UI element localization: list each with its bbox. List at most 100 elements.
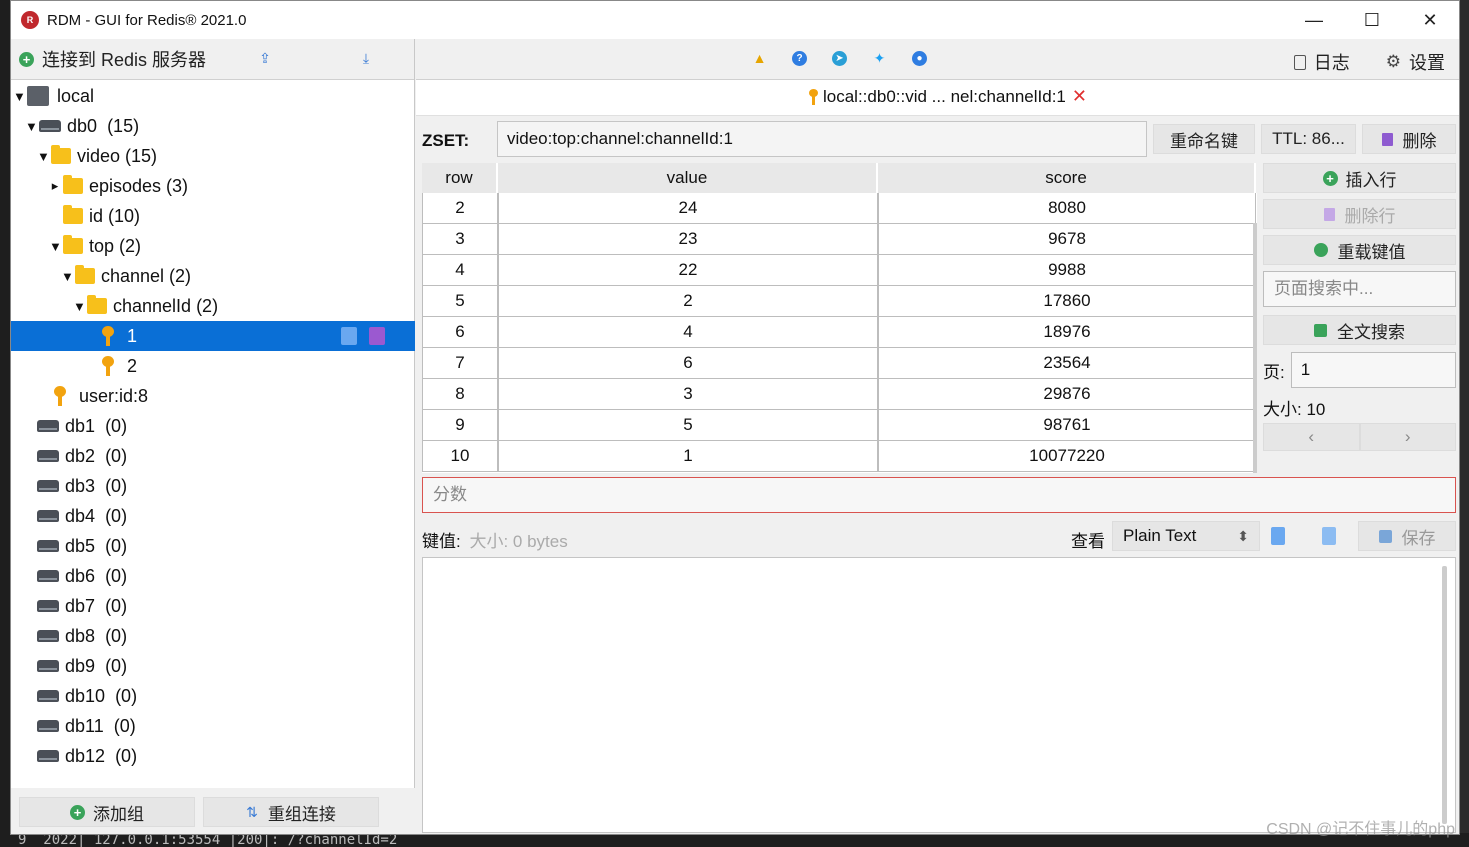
insert-row-button[interactable]: + 插入行 xyxy=(1263,163,1456,193)
tree-key-1[interactable]: 1 xyxy=(11,321,415,351)
value-editor[interactable] xyxy=(422,557,1456,833)
table-row[interactable]: 8 3 29876 xyxy=(422,379,1257,410)
cell-row[interactable]: 6 xyxy=(422,317,498,348)
tree-key-2[interactable]: 2 xyxy=(11,351,415,381)
score-input[interactable]: 分数 xyxy=(422,477,1456,513)
cell-score[interactable]: 98761 xyxy=(878,410,1256,441)
close-window-button[interactable]: ✕ xyxy=(1401,1,1459,39)
expand-arrow-icon[interactable]: ▼ xyxy=(73,299,86,314)
cell-score[interactable]: 10077220 xyxy=(878,441,1256,472)
tree-folder-channel[interactable]: ▼ channel (2) xyxy=(11,261,415,291)
github-icon[interactable]: ● xyxy=(912,51,927,66)
column-header-value[interactable]: value xyxy=(498,163,878,193)
tree-db-item[interactable]: db12 (0) xyxy=(11,741,415,771)
tree-db-item[interactable]: db1 (0) xyxy=(11,411,415,441)
tab-key-channelId-1[interactable]: local::db0::vid ... nel:channelId:1 ✕ xyxy=(809,86,1087,107)
rename-key-button[interactable]: 重命名键 xyxy=(1153,124,1255,154)
table-row[interactable]: 6 4 18976 xyxy=(422,317,1257,348)
tree-folder-episodes[interactable]: ▸ episodes (3) xyxy=(11,171,415,201)
key-name-field[interactable]: video:top:channel:channelId:1 xyxy=(497,121,1147,157)
cell-row[interactable]: 7 xyxy=(422,348,498,379)
collapse-arrow-icon[interactable]: ▸ xyxy=(49,178,61,194)
table-row[interactable]: 5 2 17860 xyxy=(422,286,1257,317)
copy-value-icon[interactable] xyxy=(1271,527,1285,545)
tree-db-item[interactable]: db11 (0) xyxy=(11,711,415,741)
tree-db0[interactable]: ▼ db0 (15) xyxy=(11,111,415,141)
tree-key-user[interactable]: user:id:8 xyxy=(11,381,415,411)
cell-value[interactable]: 5 xyxy=(498,410,878,441)
delete-key-button[interactable]: 删除 xyxy=(1362,124,1456,154)
table-scrollbar[interactable] xyxy=(1253,223,1257,473)
tree-server-local[interactable]: ▼ local xyxy=(11,81,415,111)
import-icon[interactable]: ⇪ xyxy=(256,49,274,67)
expand-arrow-icon[interactable]: ▼ xyxy=(13,89,26,104)
full-text-search-button[interactable]: 全文搜索 xyxy=(1263,315,1456,345)
save-button[interactable]: 保存 xyxy=(1358,521,1456,551)
cell-value[interactable]: 6 xyxy=(498,348,878,379)
cell-row[interactable]: 5 xyxy=(422,286,498,317)
expand-arrow-icon[interactable]: ▼ xyxy=(25,119,38,134)
maximize-button[interactable]: ☐ xyxy=(1343,1,1401,39)
cell-value[interactable]: 23 xyxy=(498,224,878,255)
table-row[interactable]: 3 23 9678 xyxy=(422,224,1257,255)
cell-row[interactable]: 9 xyxy=(422,410,498,441)
cell-score[interactable]: 17860 xyxy=(878,286,1256,317)
tree-db-item[interactable]: db4 (0) xyxy=(11,501,415,531)
telegram-icon[interactable]: ➤ xyxy=(832,51,847,66)
cell-value[interactable]: 22 xyxy=(498,255,878,286)
column-header-score[interactable]: score xyxy=(878,163,1256,193)
minimize-button[interactable]: — xyxy=(1285,1,1343,39)
ttl-button[interactable]: TTL: 86... xyxy=(1261,124,1356,154)
table-row[interactable]: 7 6 23564 xyxy=(422,348,1257,379)
document-icon[interactable] xyxy=(1322,527,1336,545)
tree-db-item[interactable]: db9 (0) xyxy=(11,651,415,681)
close-tab-icon[interactable]: ✕ xyxy=(1072,86,1087,107)
tree-db-item[interactable]: db3 (0) xyxy=(11,471,415,501)
prev-page-button[interactable]: ‹ xyxy=(1263,423,1360,451)
log-button[interactable]: 日志 xyxy=(1293,49,1350,75)
delete-key-icon[interactable] xyxy=(369,327,385,345)
expand-arrow-icon[interactable]: ▼ xyxy=(37,149,50,164)
cell-row[interactable]: 8 xyxy=(422,379,498,410)
cell-value[interactable]: 1 xyxy=(498,441,878,472)
cell-score[interactable]: 18976 xyxy=(878,317,1256,348)
column-header-row[interactable]: row xyxy=(422,163,498,193)
table-row[interactable]: 9 5 98761 xyxy=(422,410,1257,441)
tree-db-item[interactable]: db7 (0) xyxy=(11,591,415,621)
tree-db-item[interactable]: db10 (0) xyxy=(11,681,415,711)
cell-row[interactable]: 3 xyxy=(422,224,498,255)
cell-row[interactable]: 10 xyxy=(422,441,498,472)
cell-value[interactable]: 4 xyxy=(498,317,878,348)
cell-row[interactable]: 2 xyxy=(422,193,498,224)
next-page-button[interactable]: › xyxy=(1359,423,1456,451)
settings-button[interactable]: ⚙ 设置 xyxy=(1386,49,1445,75)
table-row[interactable]: 10 1 10077220 xyxy=(422,441,1257,472)
reconnect-button[interactable]: ⇅ 重组连接 xyxy=(203,797,379,827)
editor-scrollbar[interactable] xyxy=(1442,566,1447,824)
cell-score[interactable]: 29876 xyxy=(878,379,1256,410)
add-group-button[interactable]: + 添加组 xyxy=(19,797,195,827)
table-row[interactable]: 4 22 9988 xyxy=(422,255,1257,286)
tree-folder-top[interactable]: ▼ top (2) xyxy=(11,231,415,261)
expand-arrow-icon[interactable]: ▼ xyxy=(49,239,62,254)
cell-score[interactable]: 9678 xyxy=(878,224,1256,255)
delete-row-button[interactable]: 删除行 xyxy=(1263,199,1456,229)
expand-arrow-icon[interactable]: ▼ xyxy=(61,269,74,284)
tree-folder-video[interactable]: ▼ video (15) xyxy=(11,141,415,171)
page-number-input[interactable]: 1 xyxy=(1290,352,1456,388)
copy-key-icon[interactable] xyxy=(341,327,357,345)
table-row[interactable]: 2 24 8080 xyxy=(422,193,1257,224)
cell-value[interactable]: 3 xyxy=(498,379,878,410)
tree-db-item[interactable]: db5 (0) xyxy=(11,531,415,561)
tree-folder-channelId[interactable]: ▼ channelId (2) xyxy=(11,291,415,321)
cell-score[interactable]: 8080 xyxy=(878,193,1256,224)
tree-db-item[interactable]: db2 (0) xyxy=(11,441,415,471)
cell-score[interactable]: 23564 xyxy=(878,348,1256,379)
tree-db-item[interactable]: db6 (0) xyxy=(11,561,415,591)
tree-folder-id[interactable]: id (10) xyxy=(11,201,415,231)
cell-row[interactable]: 4 xyxy=(422,255,498,286)
export-icon[interactable]: ⤓ xyxy=(357,49,375,67)
tree-db-item[interactable]: db8 (0) xyxy=(11,621,415,651)
twitter-icon[interactable]: ✦ xyxy=(872,51,887,66)
cell-score[interactable]: 9988 xyxy=(878,255,1256,286)
